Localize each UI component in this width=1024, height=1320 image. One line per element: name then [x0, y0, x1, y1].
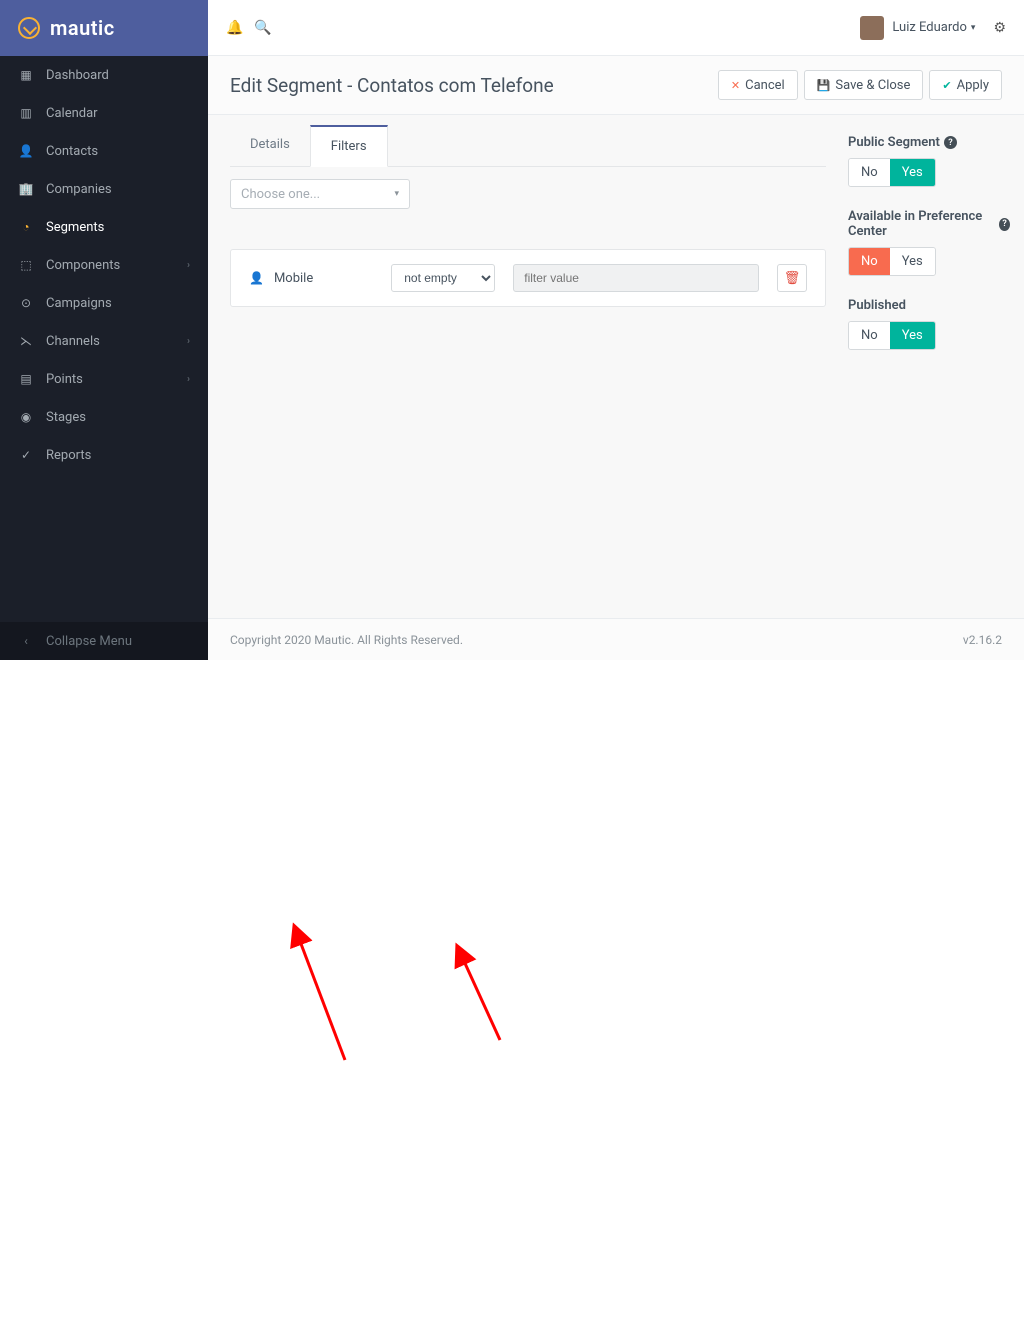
copyright: Copyright 2020 Mautic. All Rights Reserv… [230, 633, 463, 647]
tab-details[interactable]: Details [230, 125, 310, 166]
help-icon[interactable]: ? [999, 218, 1010, 231]
sidebar-item-points[interactable]: ▤Points› [0, 360, 208, 398]
sidebar-item-calendar[interactable]: ▥Calendar [0, 94, 208, 132]
campaigns-icon: ⊙ [18, 296, 34, 310]
reports-icon: ✓ [18, 448, 34, 462]
pref-center-toggle[interactable]: No Yes [848, 247, 936, 276]
channels-icon: ⋋ [18, 334, 34, 348]
topbar: 🔔 🔍 Luiz Eduardo ▾ ⚙ [208, 0, 1024, 56]
sidebar-item-segments[interactable]: ◔Segments [0, 208, 208, 246]
points-icon: ▤ [18, 372, 34, 386]
segments-icon: ◔ [18, 220, 34, 234]
save-close-button[interactable]: 💾Save & Close [804, 70, 924, 100]
contacts-icon: 👤 [18, 144, 34, 158]
toggle-yes[interactable]: Yes [890, 159, 935, 186]
toggle-no[interactable]: No [849, 159, 890, 186]
sidebar-item-contacts[interactable]: 👤Contacts [0, 132, 208, 170]
sidebar-item-components[interactable]: ⬚Components› [0, 246, 208, 284]
filter-field: 👤 Mobile [249, 271, 313, 286]
pref-center-label: Available in Preference Center? [848, 209, 1010, 239]
apply-button[interactable]: ✔Apply [929, 70, 1002, 100]
footer: Copyright 2020 Mautic. All Rights Reserv… [208, 618, 1024, 660]
save-icon: 💾 [817, 79, 831, 92]
help-icon[interactable]: ? [944, 136, 957, 149]
sidebar-item-campaigns[interactable]: ⊙Campaigns [0, 284, 208, 322]
filter-value-input[interactable] [513, 264, 759, 292]
search-icon[interactable]: 🔍 [254, 20, 282, 36]
sidebar-collapse[interactable]: ‹Collapse Menu [0, 622, 208, 660]
cancel-button[interactable]: ✕Cancel [718, 70, 798, 100]
sidebar-item-reports[interactable]: ✓Reports [0, 436, 208, 474]
brand-name: mautic [50, 16, 115, 40]
sidebar-item-channels[interactable]: ⋋Channels› [0, 322, 208, 360]
dashboard-icon: ▦ [18, 68, 34, 82]
calendar-icon: ▥ [18, 106, 34, 120]
published-toggle[interactable]: No Yes [848, 321, 936, 350]
companies-icon: 🏢 [18, 182, 34, 196]
toggle-yes[interactable]: Yes [890, 248, 935, 275]
tab-filters[interactable]: Filters [310, 125, 388, 167]
public-segment-label: Public Segment? [848, 135, 1010, 150]
caret-down-icon: ▾ [394, 189, 399, 199]
toggle-no[interactable]: No [849, 322, 890, 349]
filter-field-picker[interactable]: Choose one... ▾ [230, 179, 410, 209]
stages-icon: ◉ [18, 410, 34, 424]
check-icon: ✔ [942, 79, 951, 92]
sidebar-item-companies[interactable]: 🏢Companies [0, 170, 208, 208]
close-icon: ✕ [731, 79, 740, 92]
version: v2.16.2 [963, 633, 1002, 647]
trash-icon: 🗑 [784, 271, 801, 286]
side-panel: Public Segment? No Yes Available in Pref… [848, 115, 1024, 618]
brand[interactable]: mautic [0, 0, 208, 56]
components-icon: ⬚ [18, 258, 34, 272]
annotation-arrows [0, 660, 1024, 1320]
toggle-yes[interactable]: Yes [890, 322, 935, 349]
picker-placeholder: Choose one... [241, 187, 320, 202]
filter-field-label: Mobile [274, 271, 313, 286]
chevron-right-icon: › [187, 260, 190, 271]
filter-operator-select[interactable]: not empty [391, 264, 495, 292]
filter-delete-button[interactable]: 🗑 [777, 264, 807, 292]
public-segment-toggle[interactable]: No Yes [848, 158, 936, 187]
sidebar: mautic ▦Dashboard ▥Calendar 👤Contacts 🏢C… [0, 0, 208, 660]
toggle-no[interactable]: No [849, 248, 890, 275]
chevron-left-icon: ‹ [18, 634, 34, 648]
brand-logo-icon [18, 17, 40, 39]
sidebar-item-dashboard[interactable]: ▦Dashboard [0, 56, 208, 94]
chevron-right-icon: › [187, 374, 190, 385]
published-label: Published [848, 298, 1010, 313]
user-menu-caret-icon[interactable]: ▾ [971, 23, 976, 33]
avatar[interactable] [860, 16, 884, 40]
filter-row: 👤 Mobile not empty 🗑 [230, 249, 826, 307]
sidebar-item-stages[interactable]: ◉Stages [0, 398, 208, 436]
tabs: Details Filters [230, 125, 826, 167]
page-header: Edit Segment - Contatos com Telefone ✕Ca… [208, 56, 1024, 115]
user-name[interactable]: Luiz Eduardo [892, 20, 967, 35]
page-title: Edit Segment - Contatos com Telefone [230, 74, 712, 97]
gear-icon[interactable]: ⚙ [993, 20, 1006, 36]
notifications-icon[interactable]: 🔔 [226, 20, 254, 36]
chevron-right-icon: › [187, 336, 190, 347]
user-icon: 👤 [249, 271, 264, 285]
